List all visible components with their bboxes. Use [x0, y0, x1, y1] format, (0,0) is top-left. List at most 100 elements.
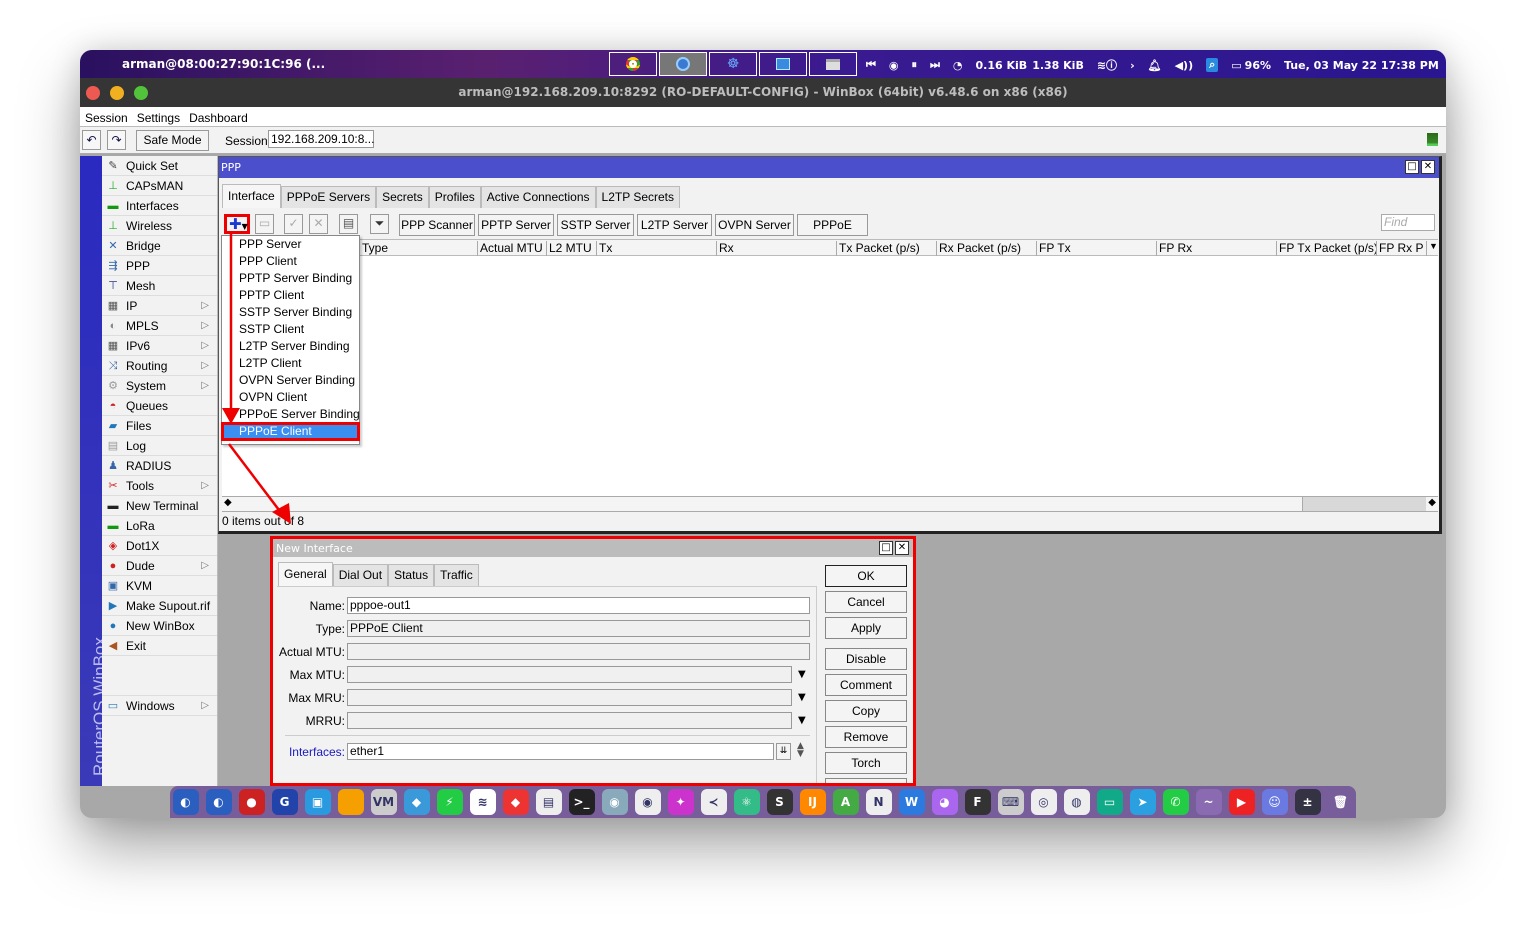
undo-button[interactable]: ↶: [82, 130, 101, 150]
anydesk-icon[interactable]: ◆: [502, 789, 529, 815]
column-header-fp-rx-pa[interactable]: FP Rx Pa: [1376, 241, 1424, 256]
sidebar-item-mesh[interactable]: ⊤ Mesh: [102, 276, 217, 296]
interfaces-label[interactable]: Interfaces:: [277, 745, 345, 759]
menu-item-ovpn-client[interactable]: OVPN Client: [222, 389, 359, 406]
disable-button[interactable]: Disable: [825, 648, 907, 670]
find-input[interactable]: Find: [1381, 214, 1435, 231]
interfaces-select[interactable]: ether1: [347, 743, 774, 760]
tab-active-connections[interactable]: Active Connections: [480, 186, 596, 208]
sublime-icon[interactable]: S: [766, 789, 793, 815]
files-icon[interactable]: ▣: [304, 789, 331, 815]
whatsapp-icon[interactable]: ✆: [1162, 789, 1189, 815]
remove-button[interactable]: Remove: [825, 726, 907, 748]
telegram-icon[interactable]: ➤: [1129, 789, 1156, 815]
sidebar-item-radius[interactable]: ♟ RADIUS: [102, 456, 217, 476]
winbox-icon[interactable]: [659, 52, 707, 76]
filter-button[interactable]: ⏷: [370, 214, 389, 234]
pause-icon[interactable]: ⏸: [912, 58, 918, 72]
apply-button[interactable]: Apply: [825, 617, 907, 639]
figma-icon[interactable]: F: [964, 789, 991, 815]
safe-mode-button[interactable]: Safe Mode: [136, 130, 209, 151]
sidebar-item-new-terminal[interactable]: ▬ New Terminal: [102, 496, 217, 516]
sidebar-item-quick-set[interactable]: ✎ Quick Set: [102, 156, 217, 176]
ppp-titlebar[interactable]: PPP □ ✕: [219, 157, 1439, 178]
session-field[interactable]: 192.168.209.10:8...: [268, 130, 374, 148]
dude-icon[interactable]: ●: [238, 789, 265, 815]
mrru-input[interactable]: [347, 712, 792, 729]
copy-button[interactable]: Copy: [825, 700, 907, 722]
column-header-tx[interactable]: Tx: [596, 241, 716, 256]
sidebar-item-kvm[interactable]: ▣ KVM: [102, 576, 217, 596]
sidebar-item-ip[interactable]: ▦ IP ▷: [102, 296, 217, 316]
menu-item-ppp-server[interactable]: PPP Server: [222, 236, 359, 253]
sidebar-item-mpls[interactable]: ◐ MPLS ▷: [102, 316, 217, 336]
intellij-icon[interactable]: IJ: [799, 789, 826, 815]
menu-item-pptp-server-binding[interactable]: PPTP Server Binding: [222, 270, 359, 287]
datetime[interactable]: Tue, 03 May 22 17:38 PM: [1284, 59, 1439, 72]
chrome-icon[interactable]: ◎: [1030, 789, 1057, 815]
scroll-right-icon[interactable]: ◆: [1428, 497, 1436, 508]
sidebar-item-windows[interactable]: ▭ Windows ▷: [102, 696, 217, 716]
next-icon[interactable]: ⏭: [930, 58, 940, 72]
more-button[interactable]: [825, 778, 907, 783]
max-mtu-input[interactable]: [347, 666, 792, 683]
nvim-icon[interactable]: N: [865, 789, 892, 815]
menu-item-ppp-client[interactable]: PPP Client: [222, 253, 359, 270]
android-icon[interactable]: A: [832, 789, 859, 815]
sidebar-item-files[interactable]: ▰ Files: [102, 416, 217, 436]
chevron-right-icon[interactable]: ›: [1130, 59, 1135, 72]
tab-l2tp-secrets[interactable]: L2TP Secrets: [595, 186, 680, 208]
menu-item-ovpn-server-binding[interactable]: OVPN Server Binding: [222, 372, 359, 389]
camera-icon[interactable]: ◉: [634, 789, 661, 815]
sidebar-item-exit[interactable]: ◀ Exit: [102, 636, 217, 656]
firefox-icon[interactable]: ◍: [1063, 789, 1090, 815]
sidebar-item-bridge[interactable]: ✕ Bridge: [102, 236, 217, 256]
l2tp-server-button[interactable]: L2TP Server: [637, 214, 712, 236]
column-header-tx-packet-p-s-[interactable]: Tx Packet (p/s): [836, 241, 936, 256]
close-icon[interactable]: ✕: [1421, 160, 1435, 174]
sidebar-item-system[interactable]: ⚙ System ▷: [102, 376, 217, 396]
wifi-icon[interactable]: ≋ⓘ: [1097, 57, 1117, 73]
column-header-fp-tx-packet-p-s-[interactable]: FP Tx Packet (p/s): [1276, 241, 1376, 256]
sidebar-item-lora[interactable]: ▬ LoRa: [102, 516, 217, 536]
paint-icon[interactable]: ✦: [667, 789, 694, 815]
menu-item-sstp-server-binding[interactable]: SSTP Server Binding: [222, 304, 359, 321]
menu-settings[interactable]: Settings: [132, 107, 184, 125]
sidebar-item-ppp[interactable]: ⇶ PPP: [102, 256, 217, 276]
pptp-server-button[interactable]: PPTP Server: [478, 214, 554, 236]
tab-pppoe-servers[interactable]: PPPoE Servers: [280, 186, 377, 208]
column-header-fp-rx[interactable]: FP Rx: [1156, 241, 1276, 256]
new-interface-titlebar[interactable]: New Interface □ ✕: [273, 539, 913, 557]
menu-item-pptp-client[interactable]: PPTP Client: [222, 287, 359, 304]
calculator-icon[interactable]: ±: [1294, 789, 1321, 815]
volume-icon[interactable]: ◀)): [1175, 59, 1194, 72]
column-header-type[interactable]: Type: [359, 241, 477, 256]
interface-table-body[interactable]: [222, 256, 1438, 496]
bell-icon[interactable]: 🔔︎: [1148, 59, 1162, 72]
name-input[interactable]: pppoe-out1: [347, 597, 810, 614]
tab-interface[interactable]: Interface: [222, 184, 281, 208]
remove-button[interactable]: ▭: [255, 214, 274, 234]
vmware-icon[interactable]: VM: [370, 789, 397, 815]
maximize-icon[interactable]: □: [1405, 160, 1419, 174]
ovpn-server-button[interactable]: OVPN Server: [715, 214, 794, 236]
enable-button[interactable]: ✓: [284, 214, 303, 234]
mrru-dropdown-icon[interactable]: ▼: [798, 715, 806, 726]
menu-item-sstp-client[interactable]: SSTP Client: [222, 321, 359, 338]
comment-button[interactable]: Comment: [825, 674, 907, 696]
sstp-server-button[interactable]: SSTP Server: [557, 214, 634, 236]
discord-icon[interactable]: ☺: [1261, 789, 1288, 815]
sidebar-item-routing[interactable]: ⤨ Routing ▷: [102, 356, 217, 376]
bolt-icon[interactable]: ⚡: [436, 789, 463, 815]
scrollbar-thumb[interactable]: [1302, 497, 1426, 511]
menu-session[interactable]: Session: [80, 107, 132, 125]
menu-item-l2tp-server-binding[interactable]: L2TP Server Binding: [222, 338, 359, 355]
column-header-l2-mtu[interactable]: L2 MTU: [546, 241, 596, 256]
maximize-icon[interactable]: □: [879, 541, 893, 555]
tab-profiles[interactable]: Profiles: [428, 186, 481, 208]
github-icon[interactable]: ◕: [931, 789, 958, 815]
horizontal-scrollbar[interactable]: ◆ ◆: [222, 496, 1438, 512]
vscode-icon[interactable]: ≺: [700, 789, 727, 815]
tab-dial-out[interactable]: Dial Out: [332, 564, 389, 586]
winbox-icon[interactable]: ◐: [172, 789, 199, 815]
